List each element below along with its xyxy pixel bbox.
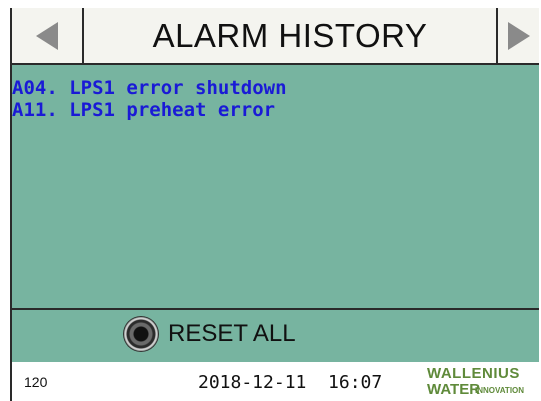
status-footer: 120 2018-12-11 16:07 WALLENIUS WATER INN… [12, 362, 539, 401]
alarm-list[interactable]: A04. LPS1 error shutdown A11. LPS1 prehe… [12, 65, 539, 310]
header-bar: ALARM HISTORY [12, 8, 539, 65]
page-title: ALARM HISTORY [152, 16, 428, 54]
triangle-left-icon [36, 21, 58, 50]
reset-all-label: RESET ALL [168, 320, 296, 347]
alarm-item: A11. LPS1 preheat error [12, 99, 276, 121]
next-page-button[interactable] [496, 8, 539, 63]
logo-line3: INNOVATION [475, 386, 525, 395]
alarm-item: A04. LPS1 error shutdown [12, 77, 287, 99]
screen-code: 120 [24, 374, 48, 390]
reset-bar: RESET ALL [12, 310, 539, 362]
prev-page-button[interactable] [12, 8, 84, 63]
triangle-right-icon [507, 21, 530, 50]
round-button-icon [124, 317, 158, 351]
logo-line2: WATER [427, 381, 481, 398]
wallenius-water-logo: WALLENIUS WATER INNOVATION [427, 364, 539, 400]
reset-all-button[interactable]: RESET ALL [124, 317, 296, 351]
logo-line1: WALLENIUS [427, 365, 520, 382]
date-time: 2018-12-11 16:07 [198, 372, 383, 393]
hmi-screen: ALARM HISTORY A04. LPS1 error shutdown A… [10, 8, 539, 401]
